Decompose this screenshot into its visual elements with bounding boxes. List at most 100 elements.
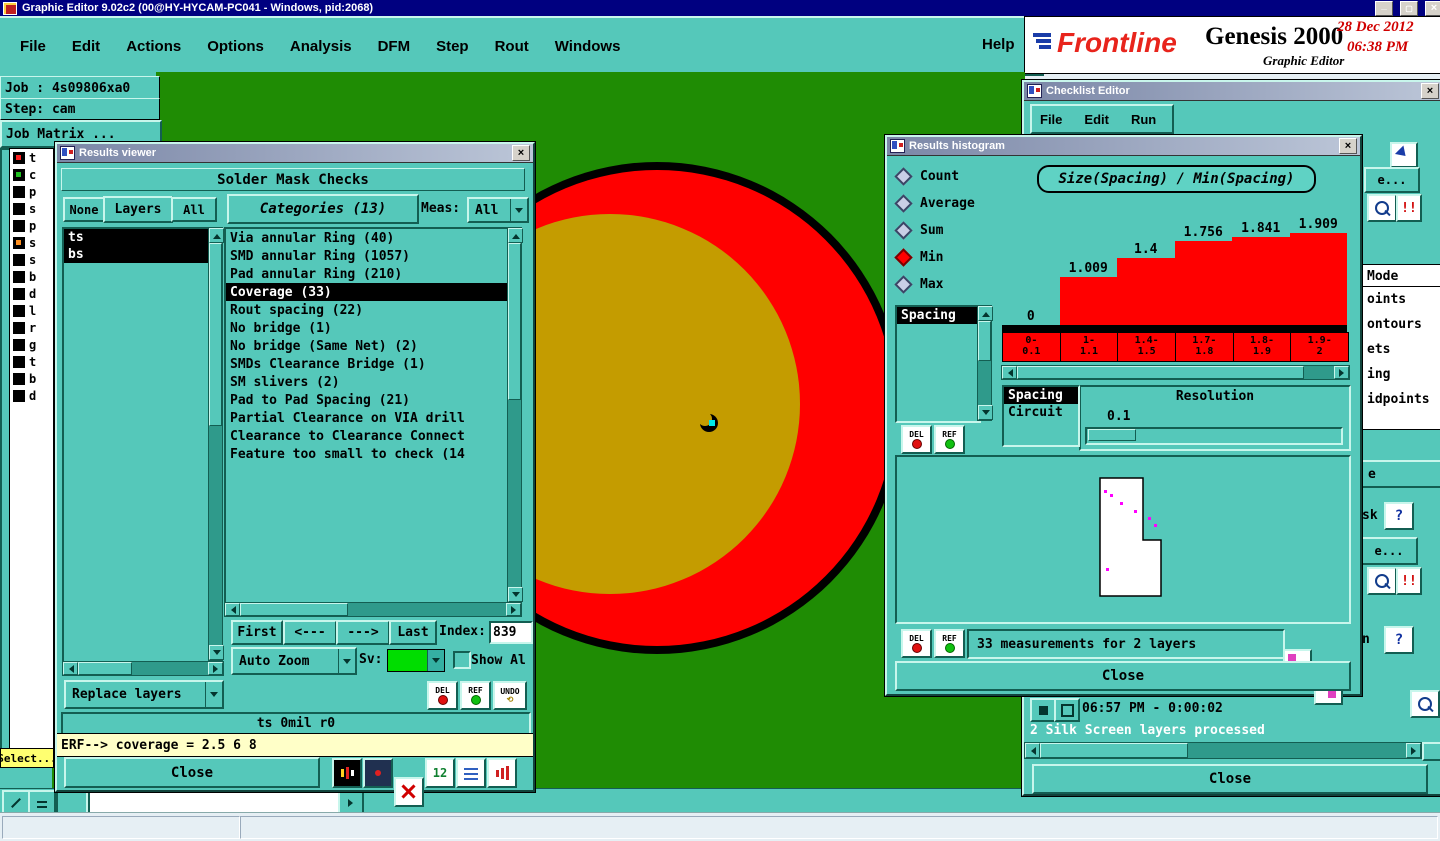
scroll-right-button[interactable] xyxy=(1334,366,1349,379)
scroll-up-button[interactable] xyxy=(508,228,523,243)
series-vscrollbar[interactable] xyxy=(977,305,993,421)
measure-list[interactable]: Spacing Circuit xyxy=(1002,385,1080,447)
checklist-close-x-button[interactable] xyxy=(1421,83,1439,99)
zoom-result-button[interactable] xyxy=(1410,690,1440,718)
stat-sum[interactable]: Sum xyxy=(894,217,993,244)
snapshot-tool-button[interactable] xyxy=(363,758,393,788)
category-item[interactable]: No bridge (1) xyxy=(226,319,509,337)
layer-color-chip[interactable] xyxy=(13,321,25,334)
undo-button[interactable]: UNDO ⟲ xyxy=(493,681,527,710)
first-button[interactable]: First xyxy=(231,620,283,645)
menu-file[interactable]: File xyxy=(20,38,46,55)
chart-hscrollbar[interactable] xyxy=(1001,365,1350,380)
scroll-left-button[interactable] xyxy=(225,603,240,616)
scroll-thumb[interactable] xyxy=(78,662,132,675)
filter-layers-button[interactable]: Layers xyxy=(103,196,173,223)
result-layer-item[interactable]: bs xyxy=(64,246,210,263)
stat-max[interactable]: Max xyxy=(894,271,993,298)
scroll-left-button[interactable] xyxy=(63,662,78,675)
menu-options[interactable]: Options xyxy=(207,38,264,55)
menu-windows[interactable]: Windows xyxy=(555,38,621,55)
show-all-checkbox[interactable] xyxy=(453,651,471,669)
measure-chart-button[interactable] xyxy=(487,758,517,788)
replace-layers-combo[interactable]: Replace layers xyxy=(64,680,224,709)
category-item[interactable]: Pad to Pad Spacing (21) xyxy=(226,391,509,409)
histogram-close-x-button[interactable] xyxy=(1339,138,1357,154)
checklist-menu-edit[interactable]: Edit xyxy=(1084,112,1109,127)
menu-help[interactable]: Help xyxy=(982,36,1015,53)
series-list[interactable]: Spacing xyxy=(895,305,981,423)
checklist-menu-file[interactable]: File xyxy=(1040,112,1062,127)
minimize-button[interactable] xyxy=(1375,0,1393,16)
scroll-right-button[interactable] xyxy=(208,662,223,675)
edit-action-button[interactable]: e... xyxy=(1360,537,1418,565)
layers-hscrollbar[interactable] xyxy=(62,661,224,676)
layers-vscrollbar[interactable] xyxy=(208,227,224,661)
mode-item-midpoints[interactable]: idpoints xyxy=(1363,387,1440,412)
close-window-button[interactable] xyxy=(1425,0,1440,16)
layer-row[interactable]: c xyxy=(10,166,53,183)
category-item[interactable]: Pad annular Ring (210) xyxy=(226,265,509,283)
menu-rout[interactable]: Rout xyxy=(495,38,529,55)
category-item[interactable]: SMD annular Ring (1057) xyxy=(226,247,509,265)
scroll-track[interactable] xyxy=(978,321,991,405)
auto-zoom-combo[interactable]: Auto Zoom xyxy=(231,647,357,675)
results-viewer-close-x-button[interactable] xyxy=(512,145,530,161)
menu-edit[interactable]: Edit xyxy=(72,38,100,55)
scroll-down-button[interactable] xyxy=(209,645,224,660)
category-item[interactable]: No bridge (Same Net) (2) xyxy=(226,337,509,355)
layer-row[interactable]: p xyxy=(10,217,53,234)
del-button[interactable]: DEL xyxy=(427,681,458,710)
layer-color-chip[interactable] xyxy=(13,219,25,232)
scroll-track[interactable] xyxy=(209,243,222,645)
layer-color-chip[interactable] xyxy=(13,151,25,164)
result-layer-item[interactable]: ts xyxy=(64,229,210,246)
mode-item-contours[interactable]: ontours xyxy=(1363,312,1440,337)
results-viewer-titlebar[interactable]: Results viewer xyxy=(57,144,533,163)
stat-count[interactable]: Count xyxy=(894,163,993,190)
meas-combo[interactable]: All xyxy=(467,197,529,223)
sv-color-combo[interactable] xyxy=(387,649,445,672)
layer-row[interactable]: s xyxy=(10,251,53,268)
layer-row[interactable]: t xyxy=(10,353,53,370)
board-preview[interactable] xyxy=(895,455,1351,624)
chevron-down-icon[interactable] xyxy=(338,649,355,673)
category-item-selected[interactable]: Coverage (33) xyxy=(226,283,509,301)
histogram-tool-button[interactable] xyxy=(332,758,362,788)
categories-button[interactable]: Categories (13) xyxy=(227,194,419,224)
layer-color-chip[interactable] xyxy=(13,304,25,317)
scroll-down-button[interactable] xyxy=(508,587,523,602)
chevron-down-icon[interactable] xyxy=(427,650,444,671)
last-button[interactable]: Last xyxy=(389,620,437,645)
chevron-down-icon[interactable] xyxy=(205,682,222,707)
menu-step[interactable]: Step xyxy=(436,38,469,55)
layer-row[interactable]: d xyxy=(10,387,53,404)
categories-hscrollbar[interactable] xyxy=(224,602,522,617)
categories-vscrollbar[interactable] xyxy=(507,227,523,603)
layer-row[interactable]: r xyxy=(10,319,53,336)
corner-tool-button[interactable] xyxy=(1390,142,1418,168)
layer-color-chip[interactable] xyxy=(13,168,25,181)
filter-all-button[interactable]: All xyxy=(171,197,217,222)
layer-row[interactable]: s xyxy=(10,200,53,217)
category-item[interactable]: SMDs Clearance Bridge (1) xyxy=(226,355,509,373)
layer-row[interactable]: g xyxy=(10,336,53,353)
index-input[interactable] xyxy=(489,621,533,644)
layer-row[interactable]: b xyxy=(10,268,53,285)
layer-color-chip[interactable] xyxy=(13,253,25,266)
category-item[interactable]: Partial Clearance on VIA drill xyxy=(226,409,509,427)
mode-item-spacing[interactable]: ing xyxy=(1363,362,1440,387)
zoom-result-button[interactable] xyxy=(1367,567,1397,595)
zoom-result-button[interactable] xyxy=(1367,194,1397,222)
mode-item-nets[interactable]: ets xyxy=(1363,337,1440,362)
result-layers-list[interactable]: ts bs xyxy=(62,227,212,663)
scroll-thumb[interactable] xyxy=(209,243,222,426)
layer-row[interactable]: d xyxy=(10,285,53,302)
layer-color-chip[interactable] xyxy=(13,372,25,385)
menu-analysis[interactable]: Analysis xyxy=(290,38,352,55)
layer-color-chip[interactable] xyxy=(13,389,25,402)
histogram-close-button[interactable]: Close xyxy=(895,661,1351,691)
scroll-thumb[interactable] xyxy=(1017,366,1305,379)
layer-color-chip[interactable] xyxy=(13,270,25,283)
numbers-tool-button[interactable]: 12 xyxy=(425,758,455,788)
